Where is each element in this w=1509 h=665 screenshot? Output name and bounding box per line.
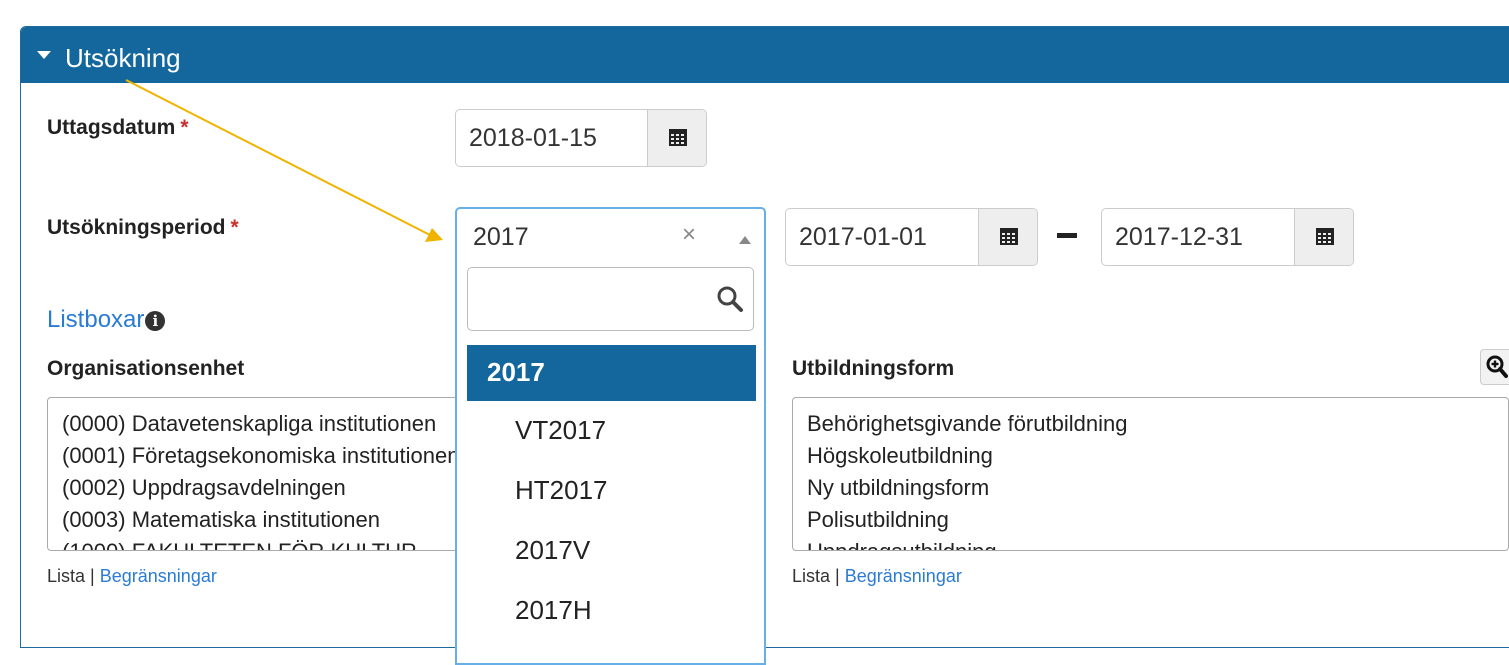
list-item[interactable]: (0002) Uppdragsavdelningen — [62, 472, 466, 504]
uttagsdatum-input[interactable]: 2018-01-15 — [455, 109, 707, 167]
lista-text: Lista — [47, 566, 86, 586]
listboxar-label[interactable]: Listboxar — [47, 306, 144, 333]
panel-header[interactable]: Utsökning — [21, 27, 1509, 83]
caret-up-icon[interactable] — [739, 236, 751, 244]
utbildningsform-listbox[interactable]: Behörighetsgivande förutbildning Högskol… — [792, 397, 1509, 551]
required-marker: * — [230, 216, 239, 239]
organisationsenhet-listbox[interactable]: (0000) Datavetenskapliga institutionen (… — [47, 397, 467, 551]
uttagsdatum-calendar-button[interactable] — [647, 110, 706, 166]
calendar-icon — [1000, 228, 1018, 245]
calendar-icon — [1316, 228, 1334, 245]
uttagsdatum-value[interactable]: 2018-01-15 — [456, 110, 647, 166]
dropdown-option-selected[interactable]: 2017 — [467, 345, 756, 401]
search-icon — [717, 286, 743, 312]
utsokningsperiod-label-text: Utsökningsperiod — [47, 216, 226, 239]
dropdown-option[interactable]: 2017H — [467, 583, 756, 639]
caret-down-icon[interactable] — [37, 51, 51, 59]
organisationsenhet-links: Lista | Begränsningar — [47, 566, 217, 587]
list-item[interactable]: (1000) FAKULTETEN FÖR KULTUR — [62, 536, 466, 550]
info-icon[interactable]: i — [145, 311, 166, 331]
utsokningsperiod-label: Utsökningsperiod * — [47, 216, 239, 240]
list-item[interactable]: Behörighetsgivande förutbildning — [807, 408, 1508, 440]
uttagsdatum-label: Uttagsdatum * — [47, 116, 189, 140]
dropdown-option[interactable]: HT2017 — [467, 463, 756, 519]
begransningar-link[interactable]: Begränsningar — [100, 566, 217, 586]
listboxar-heading[interactable]: Listboxar i — [47, 306, 166, 334]
organisationsenhet-label: Organisationsenhet — [47, 357, 245, 380]
date-range-separator — [1057, 233, 1077, 238]
dropdown-search-input[interactable] — [467, 267, 754, 331]
clear-icon[interactable]: × — [682, 221, 696, 249]
zoom-in-icon — [1486, 355, 1508, 378]
period-select-value: 2017 — [473, 223, 529, 251]
list-item[interactable]: Uppdragsutbildning — [807, 536, 1508, 550]
period-to-value[interactable]: 2017-12-31 — [1102, 209, 1294, 265]
dropdown-option[interactable]: VT2017 — [467, 403, 756, 459]
required-marker: * — [180, 116, 189, 139]
list-item[interactable]: Ny utbildningsform — [807, 472, 1508, 504]
link-separator: | — [90, 566, 95, 586]
list-item[interactable]: (0003) Matematiska institutionen — [62, 504, 466, 536]
utbildningsform-links: Lista | Begränsningar — [792, 566, 962, 587]
uttagsdatum-label-text: Uttagsdatum — [47, 116, 176, 139]
calendar-icon — [669, 129, 687, 146]
period-from-calendar-button[interactable] — [978, 209, 1037, 265]
begransningar-link[interactable]: Begränsningar — [845, 566, 962, 586]
list-item[interactable]: (0001) Företagsekonomiska institutionen — [62, 440, 466, 472]
utbildningsform-label: Utbildningsform — [792, 357, 955, 380]
period-from-value[interactable]: 2017-01-01 — [786, 209, 978, 265]
period-to-input[interactable]: 2017-12-31 — [1101, 208, 1354, 266]
period-select[interactable]: 2017 × — [455, 207, 766, 267]
link-separator: | — [835, 566, 840, 586]
zoom-button[interactable] — [1480, 349, 1509, 385]
dropdown-option[interactable]: 2017V — [467, 523, 756, 579]
period-to-calendar-button[interactable] — [1294, 209, 1353, 265]
list-item[interactable]: (0000) Datavetenskapliga institutionen — [62, 408, 466, 440]
list-item[interactable]: Polisutbildning — [807, 504, 1508, 536]
lista-text: Lista — [792, 566, 831, 586]
period-from-input[interactable]: 2017-01-01 — [785, 208, 1038, 266]
period-dropdown: 2017 VT2017 HT2017 2017V 2017H — [455, 265, 766, 665]
list-item[interactable]: Högskoleutbildning — [807, 440, 1508, 472]
panel-title: Utsökning — [65, 43, 181, 73]
